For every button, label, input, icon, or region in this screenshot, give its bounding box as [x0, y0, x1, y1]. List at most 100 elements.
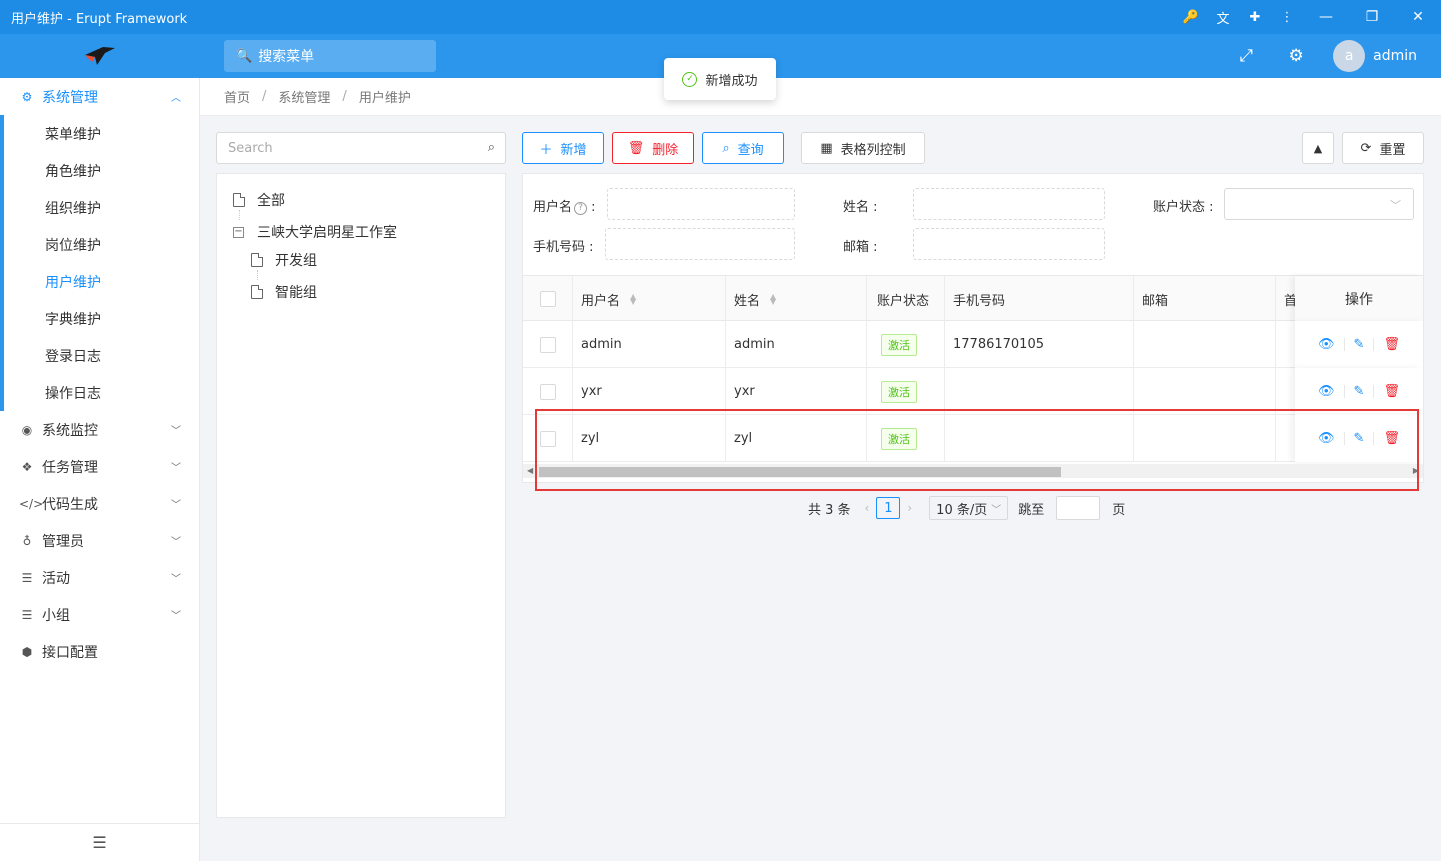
eye-icon[interactable]: 👁	[1318, 384, 1335, 399]
file-icon	[251, 285, 263, 299]
row-checkbox[interactable]	[539, 430, 556, 447]
sidebar-item-admin[interactable]: ♁ 管理员 ﹀	[0, 522, 199, 559]
jump-label: 跳至	[1018, 502, 1045, 518]
status-badge: 激活	[881, 333, 917, 356]
cell-name: admin	[726, 321, 867, 368]
prev-page-icon[interactable]: ‹	[865, 501, 870, 515]
scroll-right-icon[interactable]: ▶	[1413, 466, 1419, 475]
key-icon[interactable]: 🔑	[1175, 0, 1207, 34]
tree-node-root[interactable]: 全部	[233, 190, 285, 210]
next-page-icon[interactable]: ›	[907, 501, 912, 515]
gear-icon[interactable]: ⚙	[1271, 34, 1321, 78]
cell-username: admin	[573, 321, 726, 368]
table-row[interactable]: yxr yxr 激活 👁 ✎ 🗑	[523, 368, 1423, 415]
minimize-button[interactable]: —	[1303, 0, 1349, 34]
sidebar-collapse-button[interactable]: ☰	[0, 823, 199, 861]
status-filter-select[interactable]: ﹀	[1224, 188, 1414, 220]
chevron-down-icon: ﹀	[171, 426, 181, 437]
sidebar-sub-role[interactable]: 角色维护	[0, 152, 199, 189]
jump-page-input[interactable]	[1056, 496, 1101, 520]
logo[interactable]	[0, 34, 199, 78]
sidebar-item-api[interactable]: ⬢ 接口配置	[0, 633, 199, 670]
column-control-button[interactable]: ▦ 表格列控制	[801, 132, 925, 164]
check-circle-icon: ✓	[682, 71, 698, 87]
sidebar-item-label: 小组	[42, 607, 70, 624]
tree-node-label: 三峡大学启明星工作室	[257, 225, 397, 241]
sidebar-item-system[interactable]: ⚙ 系统管理 ︿	[0, 78, 199, 115]
maximize-button[interactable]: ❐	[1349, 0, 1395, 34]
collapse-icon[interactable]: −	[233, 226, 244, 238]
breadcrumb-current: 用户维护	[358, 91, 411, 106]
sidebar-sub-user[interactable]: 用户维护	[0, 263, 199, 300]
sidebar-item-monitor[interactable]: ◉ 系统监控 ﹀	[0, 411, 199, 448]
filter-label-username: 用户名? :	[533, 200, 596, 215]
table-horizontal-scrollbar[interactable]: ◀ ▶	[523, 464, 1423, 478]
status-badge: 激活	[881, 427, 917, 450]
username-filter-input[interactable]	[607, 188, 795, 220]
fullscreen-icon[interactable]: ⤢	[1221, 34, 1271, 78]
sidebar-item-codegen[interactable]: </> 代码生成 ﹀	[0, 485, 199, 522]
sort-icon[interactable]: ▲ ▼	[630, 293, 636, 306]
table-row[interactable]: zyl zyl 激活 👁 ✎ 🗑	[523, 415, 1423, 462]
tree-node-label: 智能组	[275, 285, 317, 301]
collapse-search-button[interactable]: ▲	[1302, 132, 1334, 164]
list-icon: ☰	[21, 570, 33, 585]
sidebar-sub-login-log[interactable]: 登录日志	[0, 337, 199, 374]
sidebar-item-activity[interactable]: ☰ 活动 ﹀	[0, 559, 199, 596]
edit-icon[interactable]: ✎	[1354, 431, 1365, 446]
sidebar-item-label: 任务管理	[42, 459, 98, 476]
column-username[interactable]: 用户名 ▲ ▼	[573, 276, 726, 322]
phone-filter-input[interactable]	[605, 228, 795, 260]
sidebar-sub-post[interactable]: 岗位维护	[0, 226, 199, 263]
edit-icon[interactable]: ✎	[1354, 384, 1365, 399]
sidebar-sub-menu[interactable]: 菜单维护	[0, 115, 199, 152]
row-actions: 👁 ✎ 🗑	[1295, 368, 1423, 415]
cell-email	[1134, 415, 1276, 462]
scroll-left-icon[interactable]: ◀	[527, 466, 533, 475]
search-icon[interactable]: ⌕	[488, 140, 495, 155]
select-all-checkbox[interactable]	[539, 291, 556, 307]
table-row[interactable]: admin admin 激活 17786170105 👁 ✎ 🗑	[523, 321, 1423, 368]
trash-icon[interactable]: 🗑	[1383, 384, 1400, 399]
translate-icon[interactable]: 文	[1207, 0, 1239, 34]
trash-icon[interactable]: 🗑	[1383, 431, 1400, 446]
page-size-select[interactable]: 10 条/页 ﹀	[929, 496, 1009, 520]
more-icon[interactable]: ⋮	[1271, 0, 1303, 34]
breadcrumb-home[interactable]: 首页	[224, 87, 250, 106]
tree-node-org[interactable]: − 三峡大学启明星工作室	[233, 222, 397, 242]
reset-button[interactable]: ⟳ 重置	[1342, 132, 1424, 164]
tree-node-label: 开发组	[275, 253, 317, 269]
breadcrumb-system[interactable]: 系统管理	[278, 87, 330, 106]
email-filter-input[interactable]	[913, 228, 1105, 260]
close-button[interactable]: ✕	[1395, 0, 1441, 34]
eye-icon[interactable]: 👁	[1318, 431, 1335, 446]
name-filter-input[interactable]	[913, 188, 1105, 220]
trash-icon[interactable]: 🗑	[1383, 337, 1400, 352]
chevron-down-icon: ﹀	[171, 611, 181, 622]
sidebar-item-task[interactable]: ❖ 任务管理 ﹀	[0, 448, 199, 485]
sort-icon[interactable]: ▲ ▼	[770, 293, 776, 306]
sidebar-sub-org[interactable]: 组织维护	[0, 189, 199, 226]
row-checkbox[interactable]	[539, 383, 556, 400]
sidebar-item-group[interactable]: ☰ 小组 ﹀	[0, 596, 199, 633]
sidebar-sub-dict[interactable]: 字典维护	[0, 300, 199, 337]
column-name[interactable]: 姓名 ▲ ▼	[726, 276, 867, 322]
sidebar-sub-op-log[interactable]: 操作日志	[0, 374, 199, 411]
menu-search-input[interactable]: 🔍 搜索菜单	[224, 40, 436, 72]
query-button[interactable]: ⌕ 查询	[702, 132, 784, 164]
scroll-thumb[interactable]	[539, 467, 1061, 477]
eye-icon[interactable]: 👁	[1318, 337, 1335, 352]
page-1[interactable]: 1	[876, 497, 901, 519]
add-button[interactable]: ＋ 新增	[522, 132, 604, 164]
sidebar-item-label: 系统管理	[42, 89, 98, 106]
row-checkbox[interactable]	[539, 336, 556, 353]
tree-node-ai[interactable]: 智能组	[251, 282, 317, 302]
tree-search-input[interactable]: Search ⌕	[216, 132, 506, 164]
puzzle-icon[interactable]: ✚	[1239, 0, 1271, 34]
delete-button[interactable]: 🗑 删除	[612, 132, 694, 164]
user-menu[interactable]: a admin	[1321, 40, 1441, 72]
tree-node-dev[interactable]: 开发组	[251, 250, 317, 270]
edit-icon[interactable]: ✎	[1354, 337, 1365, 352]
org-tree: 全部 − 三峡大学启明星工作室 开发组 智能组	[216, 173, 506, 818]
question-icon[interactable]: ?	[574, 202, 588, 215]
